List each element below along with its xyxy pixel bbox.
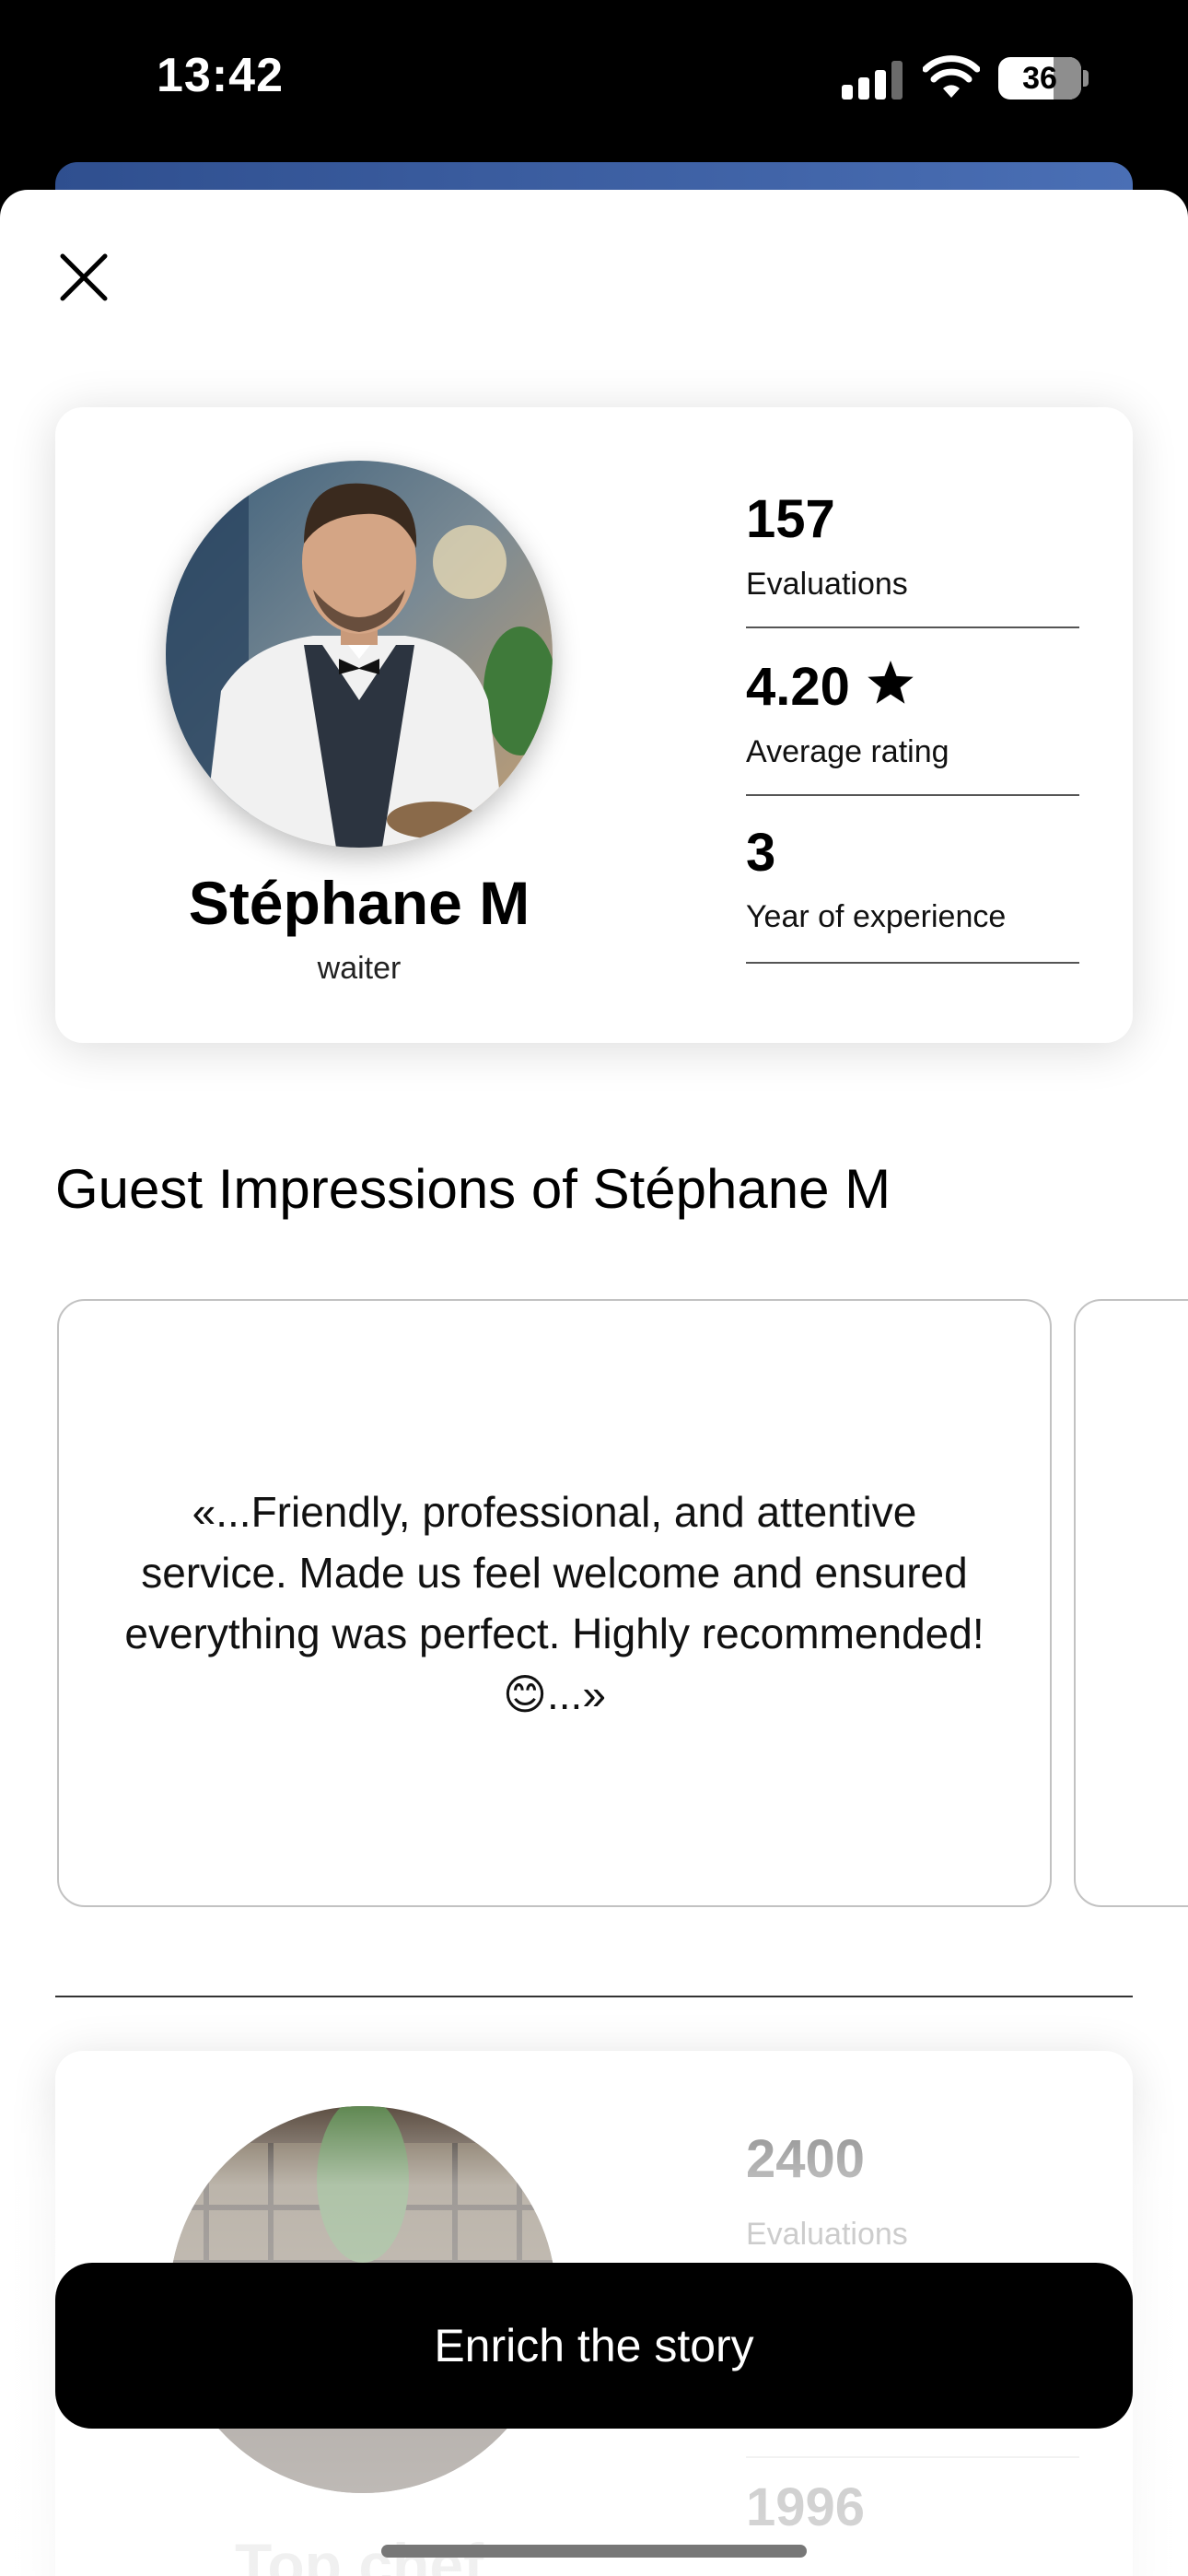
wifi-icon xyxy=(923,55,980,98)
avatar xyxy=(166,461,553,848)
stat-evaluations: 157 Evaluations xyxy=(746,479,1079,628)
profile-name: Stéphane M xyxy=(188,869,530,937)
close-icon[interactable] xyxy=(52,245,116,310)
enrich-story-button[interactable]: Enrich the story xyxy=(55,2263,1133,2429)
quote-text: «...Friendly, professional, and attentiv… xyxy=(124,1488,984,1718)
cellular-signal-icon xyxy=(842,61,903,100)
stat-value: 3 xyxy=(746,823,776,883)
section-title: Guest Impressions of Stéphane M xyxy=(55,1158,891,1220)
restaurant-stat-label: Evaluations xyxy=(746,2217,908,2252)
star-icon xyxy=(868,661,914,704)
profile-role: waiter xyxy=(317,951,402,986)
rating-value: 4.20 xyxy=(746,657,850,717)
quote-card-next[interactable] xyxy=(1074,1299,1188,1907)
stat-value: 157 xyxy=(746,489,835,549)
stat-label: Average rating xyxy=(746,734,949,769)
divider xyxy=(55,1996,1133,1997)
stat-label: Evaluations xyxy=(746,567,908,602)
status-time: 13:42 xyxy=(157,49,284,102)
battery-tip xyxy=(1083,70,1089,87)
stat-label: Year of experience xyxy=(746,899,1007,934)
restaurant-stat-divider xyxy=(746,2456,1079,2458)
stat-experience: 3 Year of experience xyxy=(746,796,1079,964)
stat-average-rating: 4.20 Average rating xyxy=(746,628,1079,796)
status-bar: 13:42 36 xyxy=(0,0,1188,217)
quote-card[interactable]: «...Friendly, professional, and attentiv… xyxy=(57,1299,1052,1907)
battery-icon: 36 xyxy=(998,57,1081,100)
restaurant-stat-value: 1996 xyxy=(746,2477,866,2537)
stat-value: 4.20 xyxy=(746,656,916,718)
profile-card: Stéphane M waiter 157 Evaluations 4.20 A… xyxy=(55,407,1133,1043)
waiter-portrait-photo xyxy=(166,461,553,848)
home-indicator[interactable] xyxy=(381,2545,807,2558)
profile-sheet: Stéphane M waiter 157 Evaluations 4.20 A… xyxy=(0,190,1188,2576)
battery-level: 36 xyxy=(1022,61,1057,96)
restaurant-stat-value: 2400 xyxy=(746,2129,866,2189)
